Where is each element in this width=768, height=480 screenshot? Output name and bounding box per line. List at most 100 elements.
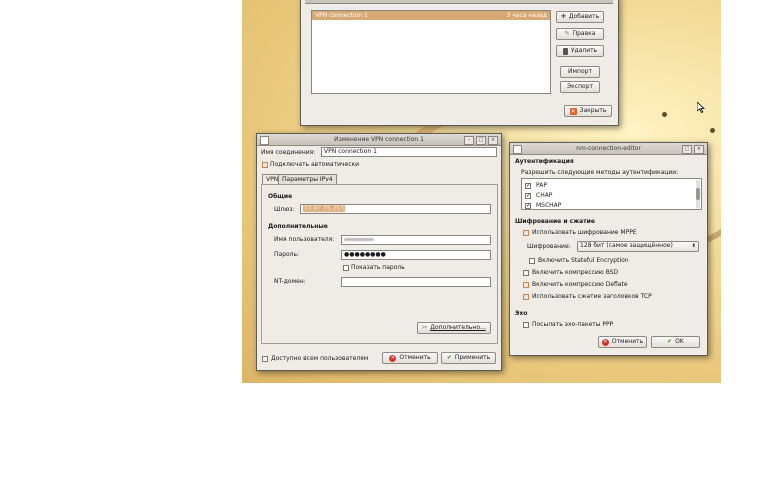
bsd-checkbox[interactable]: [523, 270, 529, 276]
advanced-label: Дополнительно...: [430, 324, 486, 331]
cancel-icon: ✕: [601, 338, 609, 346]
import-button[interactable]: Импорт: [560, 66, 600, 78]
gateway-label: Шлюз:: [274, 206, 295, 213]
ppp-dialog-titlebar[interactable]: nm-connection-editor □ ×: [510, 143, 707, 155]
show-password-checkbox[interactable]: [343, 265, 349, 271]
wallpaper-dot: [662, 112, 667, 117]
vpn-editor-title: Изменение VPN connection 1: [334, 136, 424, 143]
all-users-checkbox[interactable]: [262, 356, 268, 362]
ppp-cancel-button[interactable]: ✕ Отменить: [598, 336, 647, 348]
import-label: Импорт: [568, 68, 592, 75]
maximize-icon[interactable]: □: [476, 136, 486, 145]
vpn-editor-titlebar[interactable]: Изменение VPN connection 1 – □ ×: [257, 134, 501, 146]
vpn-cancel-button[interactable]: ✕ Отменить: [382, 352, 438, 364]
auth-method-item[interactable]: ✓ PAP: [525, 182, 547, 189]
auth-method-label: MSCHAP: [536, 202, 562, 209]
trash-icon: [562, 47, 568, 55]
deflate-label: Включить компрессию Deflate: [532, 281, 628, 288]
tab-ipv4[interactable]: Параметры IPv4: [278, 174, 337, 184]
advanced-button[interactable]: ✂ Дополнительно...: [417, 322, 491, 334]
close-icon: ✕: [569, 107, 577, 115]
vpn-editor-window: Изменение VPN connection 1 – □ × Имя сое…: [256, 133, 502, 371]
apply-button[interactable]: ✔ Применить: [441, 352, 496, 364]
auth-method-item[interactable]: ✓ MSCHAP: [525, 202, 561, 209]
encryption-value: 128 бит (самое защищённое): [580, 242, 673, 249]
auth-methods-list[interactable]: ✓ PAP ✓ CHAP ✓ MSCHAP: [521, 178, 702, 210]
export-label: Экспорт: [566, 83, 593, 90]
use-mppe-label: Использовать шифрование MPPE: [532, 229, 637, 236]
username-field[interactable]: [341, 235, 491, 245]
vpn-tab-panel: Общие Шлюз: 10.97.05.253 Дополнительные …: [261, 184, 498, 344]
window-menu-icon[interactable]: [260, 136, 269, 145]
connection-name: VPN connection 1: [315, 12, 368, 19]
autoconnect-checkbox[interactable]: [262, 162, 268, 168]
connection-last-used: 3 часа назад: [506, 12, 547, 19]
delete-label: Удалить: [570, 47, 598, 54]
chevron-updown-icon: ⬍: [691, 243, 696, 249]
echo-checkbox[interactable]: [523, 322, 529, 328]
add-icon: ✚: [560, 13, 566, 20]
apply-label: Применить: [454, 354, 491, 361]
ok-label: OK: [675, 338, 684, 345]
scrollbar-thumb[interactable]: [696, 188, 700, 200]
general-section-header: Общие: [268, 193, 293, 200]
connection-list[interactable]: VPN connection 1 3 часа назад: [311, 10, 551, 94]
autoconnect-label: Подключать автоматически: [270, 161, 360, 168]
checkmark-icon: ✔: [667, 338, 673, 345]
connection-name-field[interactable]: VPN connection 1: [321, 147, 497, 157]
close-window-icon[interactable]: ×: [694, 145, 704, 154]
password-field[interactable]: ●●●●●●●●: [341, 250, 491, 260]
show-password-label: Показать пароль: [351, 264, 405, 271]
tab-strip: [305, 0, 613, 4]
ppp-settings-dialog: nm-connection-editor □ × Аутентификация …: [509, 142, 708, 356]
nt-domain-field[interactable]: [341, 277, 491, 287]
network-connections-window: VPN connection 1 3 часа назад ✚ Добавить…: [300, 0, 619, 126]
echo-label: Посылать эхо-пакеты PPP: [532, 321, 614, 328]
gateway-field[interactable]: 10.97.05.253: [300, 204, 491, 214]
stateful-checkbox[interactable]: [529, 258, 535, 264]
gateway-value: 10.97.05.253: [303, 205, 346, 212]
tcp-header-label: Использовать сжатие заголовков TCP: [532, 293, 652, 300]
password-label: Пароль:: [274, 251, 300, 258]
tcp-header-checkbox[interactable]: [523, 294, 529, 300]
close-button[interactable]: ✕ Закрыть: [564, 105, 612, 117]
echo-section-header: Эхо: [515, 310, 528, 317]
bsd-label: Включить компрессию BSD: [532, 269, 619, 276]
ppp-cancel-label: Отменить: [611, 338, 644, 345]
additional-section-header: Дополнительные: [268, 223, 328, 230]
deflate-checkbox[interactable]: [523, 282, 529, 288]
nt-domain-label: NT-домен:: [274, 278, 306, 285]
auth-method-checkbox[interactable]: ✓: [525, 192, 531, 199]
vpn-cancel-label: Отменить: [399, 354, 431, 361]
username-redacted: [344, 238, 374, 241]
ok-button[interactable]: ✔ OK: [651, 336, 700, 348]
auth-section-header: Аутентификация: [515, 158, 574, 165]
mouse-pointer-icon: [697, 102, 705, 113]
auth-list-scrollbar[interactable]: [696, 180, 700, 208]
edit-button[interactable]: ✎ Правка: [556, 28, 604, 40]
auth-method-checkbox[interactable]: ✓: [525, 202, 531, 209]
wallpaper-dot: [710, 128, 715, 133]
auth-method-checkbox[interactable]: ✓: [525, 182, 531, 189]
username-label: Имя пользователя:: [274, 236, 335, 243]
checkmark-icon: ✔: [446, 354, 452, 361]
window-menu-icon[interactable]: [513, 145, 522, 154]
window-controls: □ ×: [682, 145, 704, 154]
minimize-icon[interactable]: –: [464, 136, 474, 145]
export-button[interactable]: Экспорт: [560, 81, 600, 93]
connection-row[interactable]: VPN connection 1 3 часа назад: [312, 11, 550, 20]
connection-name-label: Имя соединения:: [261, 149, 316, 156]
stateful-label: Включить Stateful Encryption: [538, 257, 629, 264]
add-button[interactable]: ✚ Добавить: [556, 11, 604, 23]
window-controls: – □ ×: [464, 136, 498, 145]
cancel-icon: ✕: [389, 354, 397, 362]
close-label: Закрыть: [579, 107, 607, 114]
edit-label: Правка: [572, 30, 596, 37]
delete-button[interactable]: Удалить: [556, 45, 604, 57]
auth-method-item[interactable]: ✓ CHAP: [525, 192, 552, 199]
maximize-icon[interactable]: □: [682, 145, 692, 154]
ppp-dialog-title: nm-connection-editor: [576, 145, 641, 152]
use-mppe-checkbox[interactable]: [523, 230, 529, 236]
close-window-icon[interactable]: ×: [488, 136, 498, 145]
encryption-select[interactable]: 128 бит (самое защищённое) ⬍: [577, 241, 699, 252]
